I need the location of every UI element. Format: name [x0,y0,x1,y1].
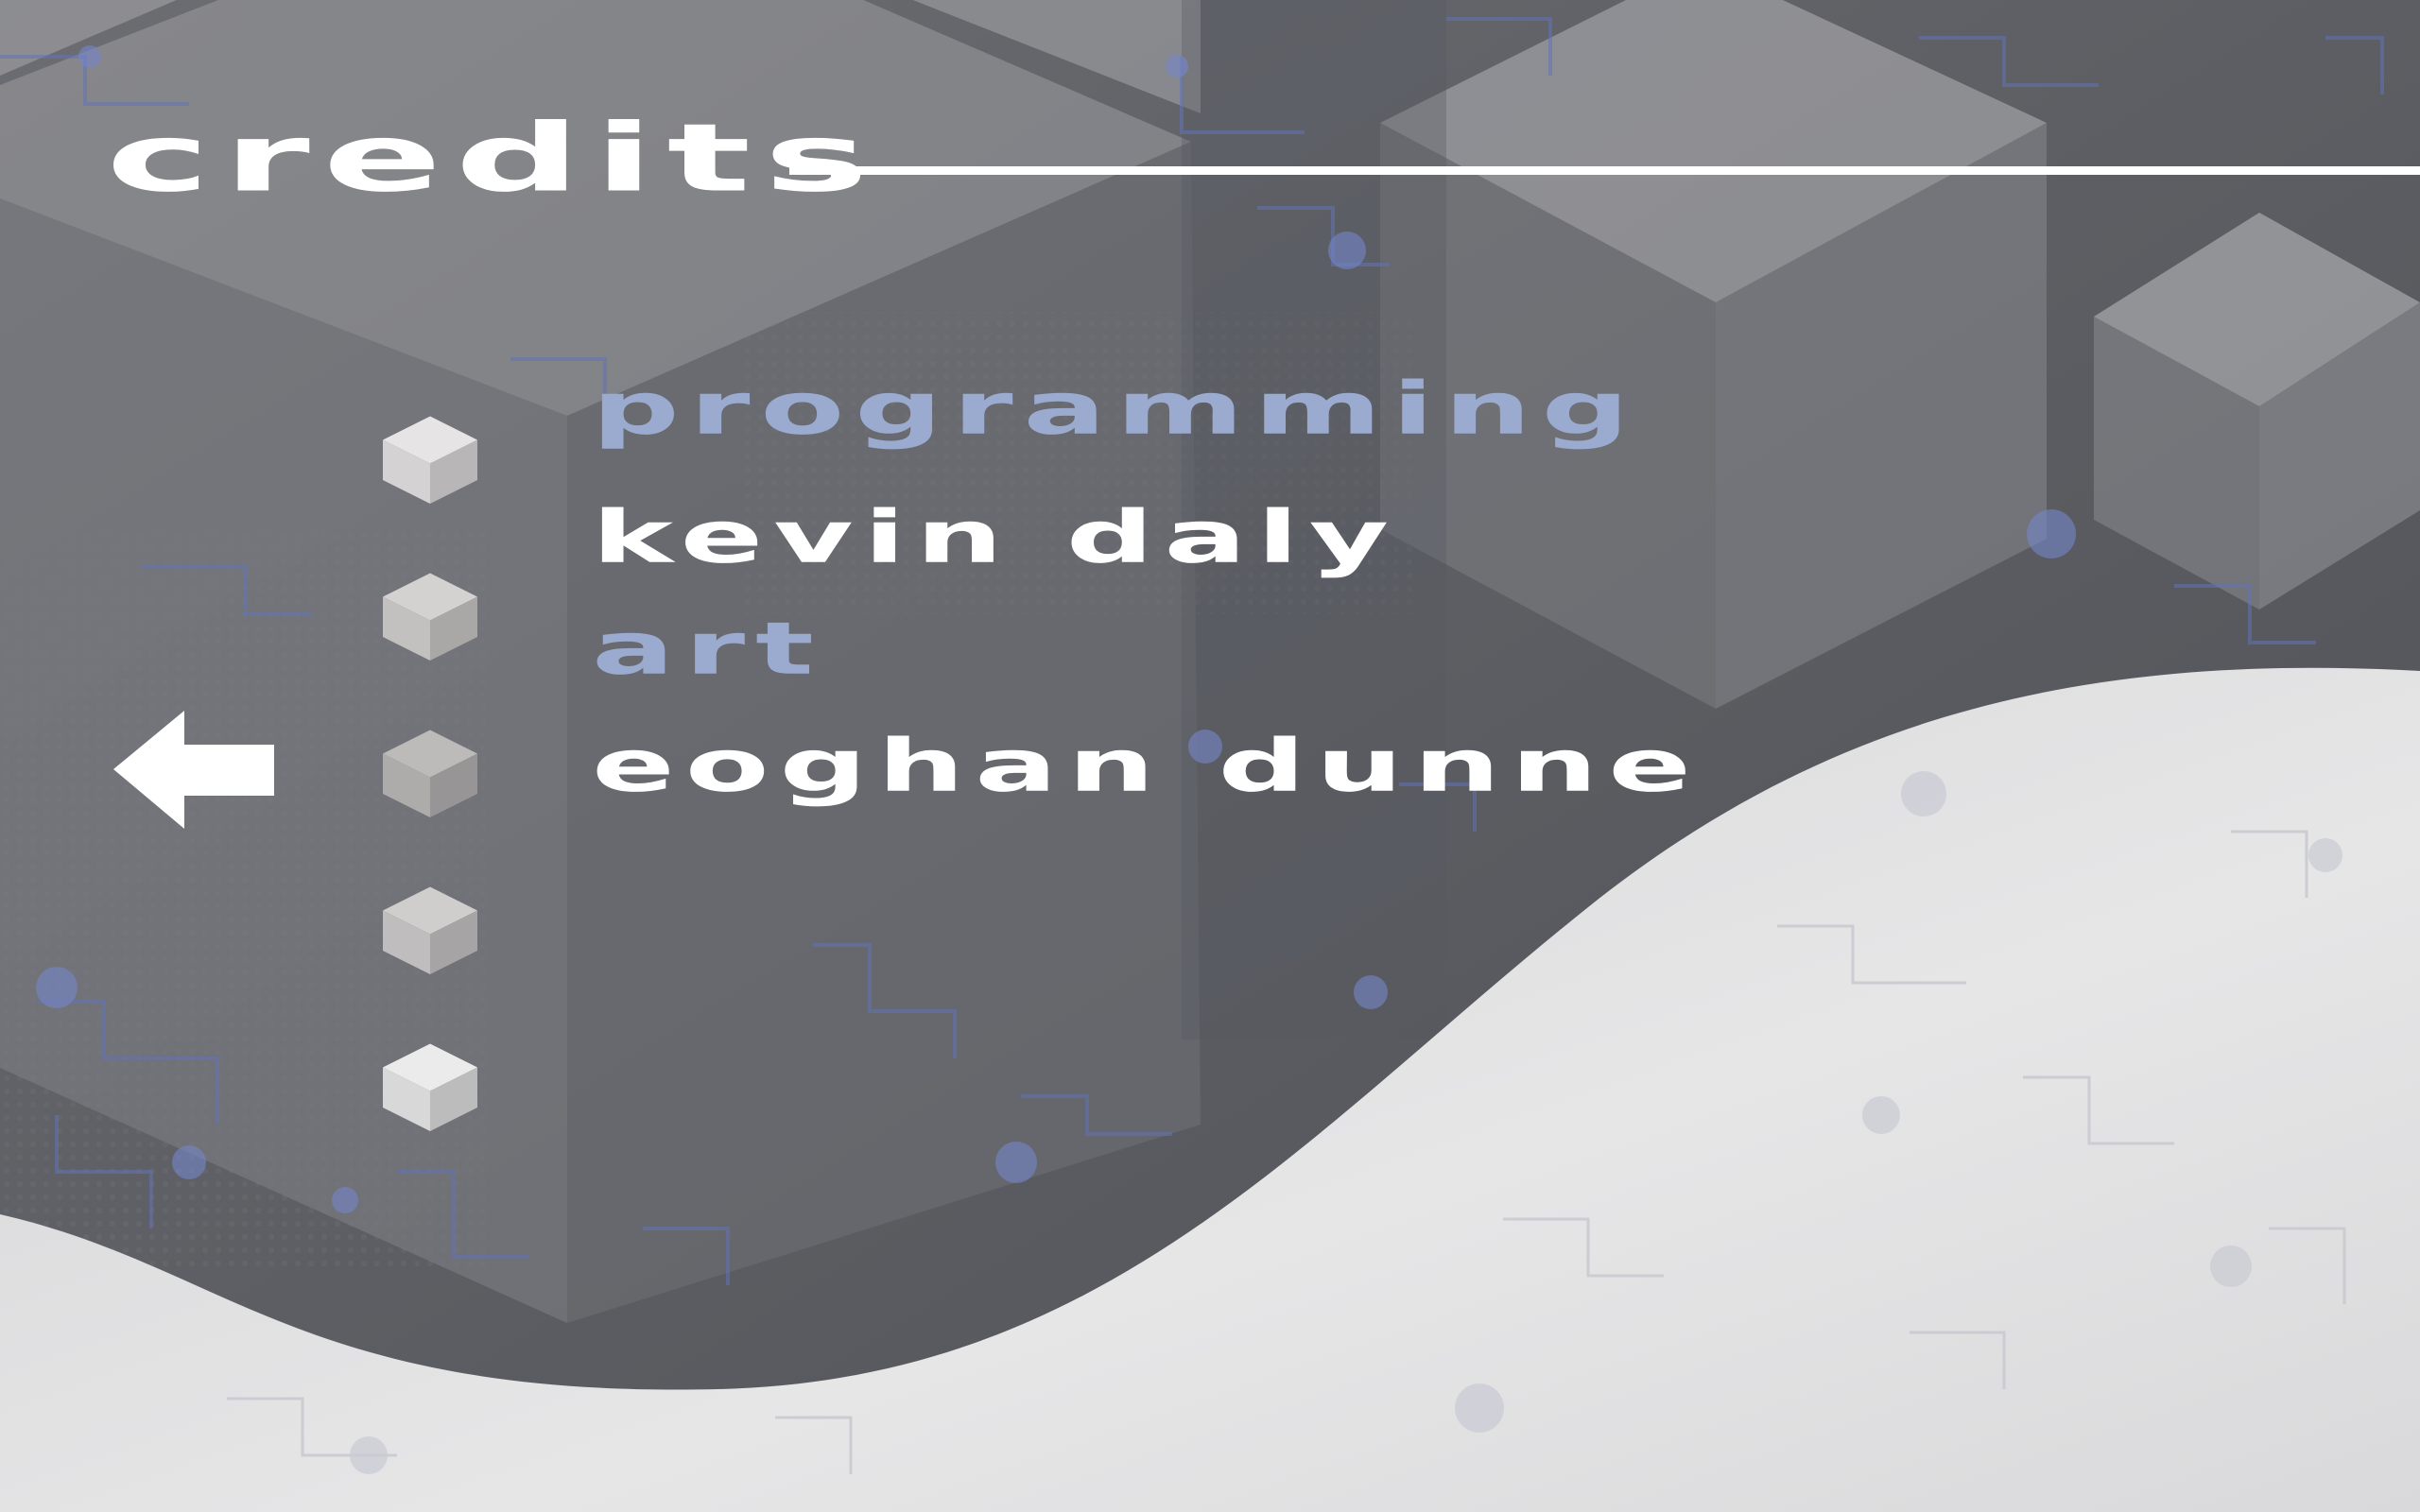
cube-icon[interactable] [383,573,477,662]
cube-icon[interactable] [383,416,477,505]
menu-cube-column [383,416,477,1132]
left-arrow-icon[interactable] [113,711,279,829]
cube-icon[interactable] [383,1043,477,1132]
credits-screen: credits programming kevin daly art eogha… [0,0,2420,1512]
cube-icon[interactable] [383,730,477,818]
cube-icon[interactable] [383,886,477,975]
